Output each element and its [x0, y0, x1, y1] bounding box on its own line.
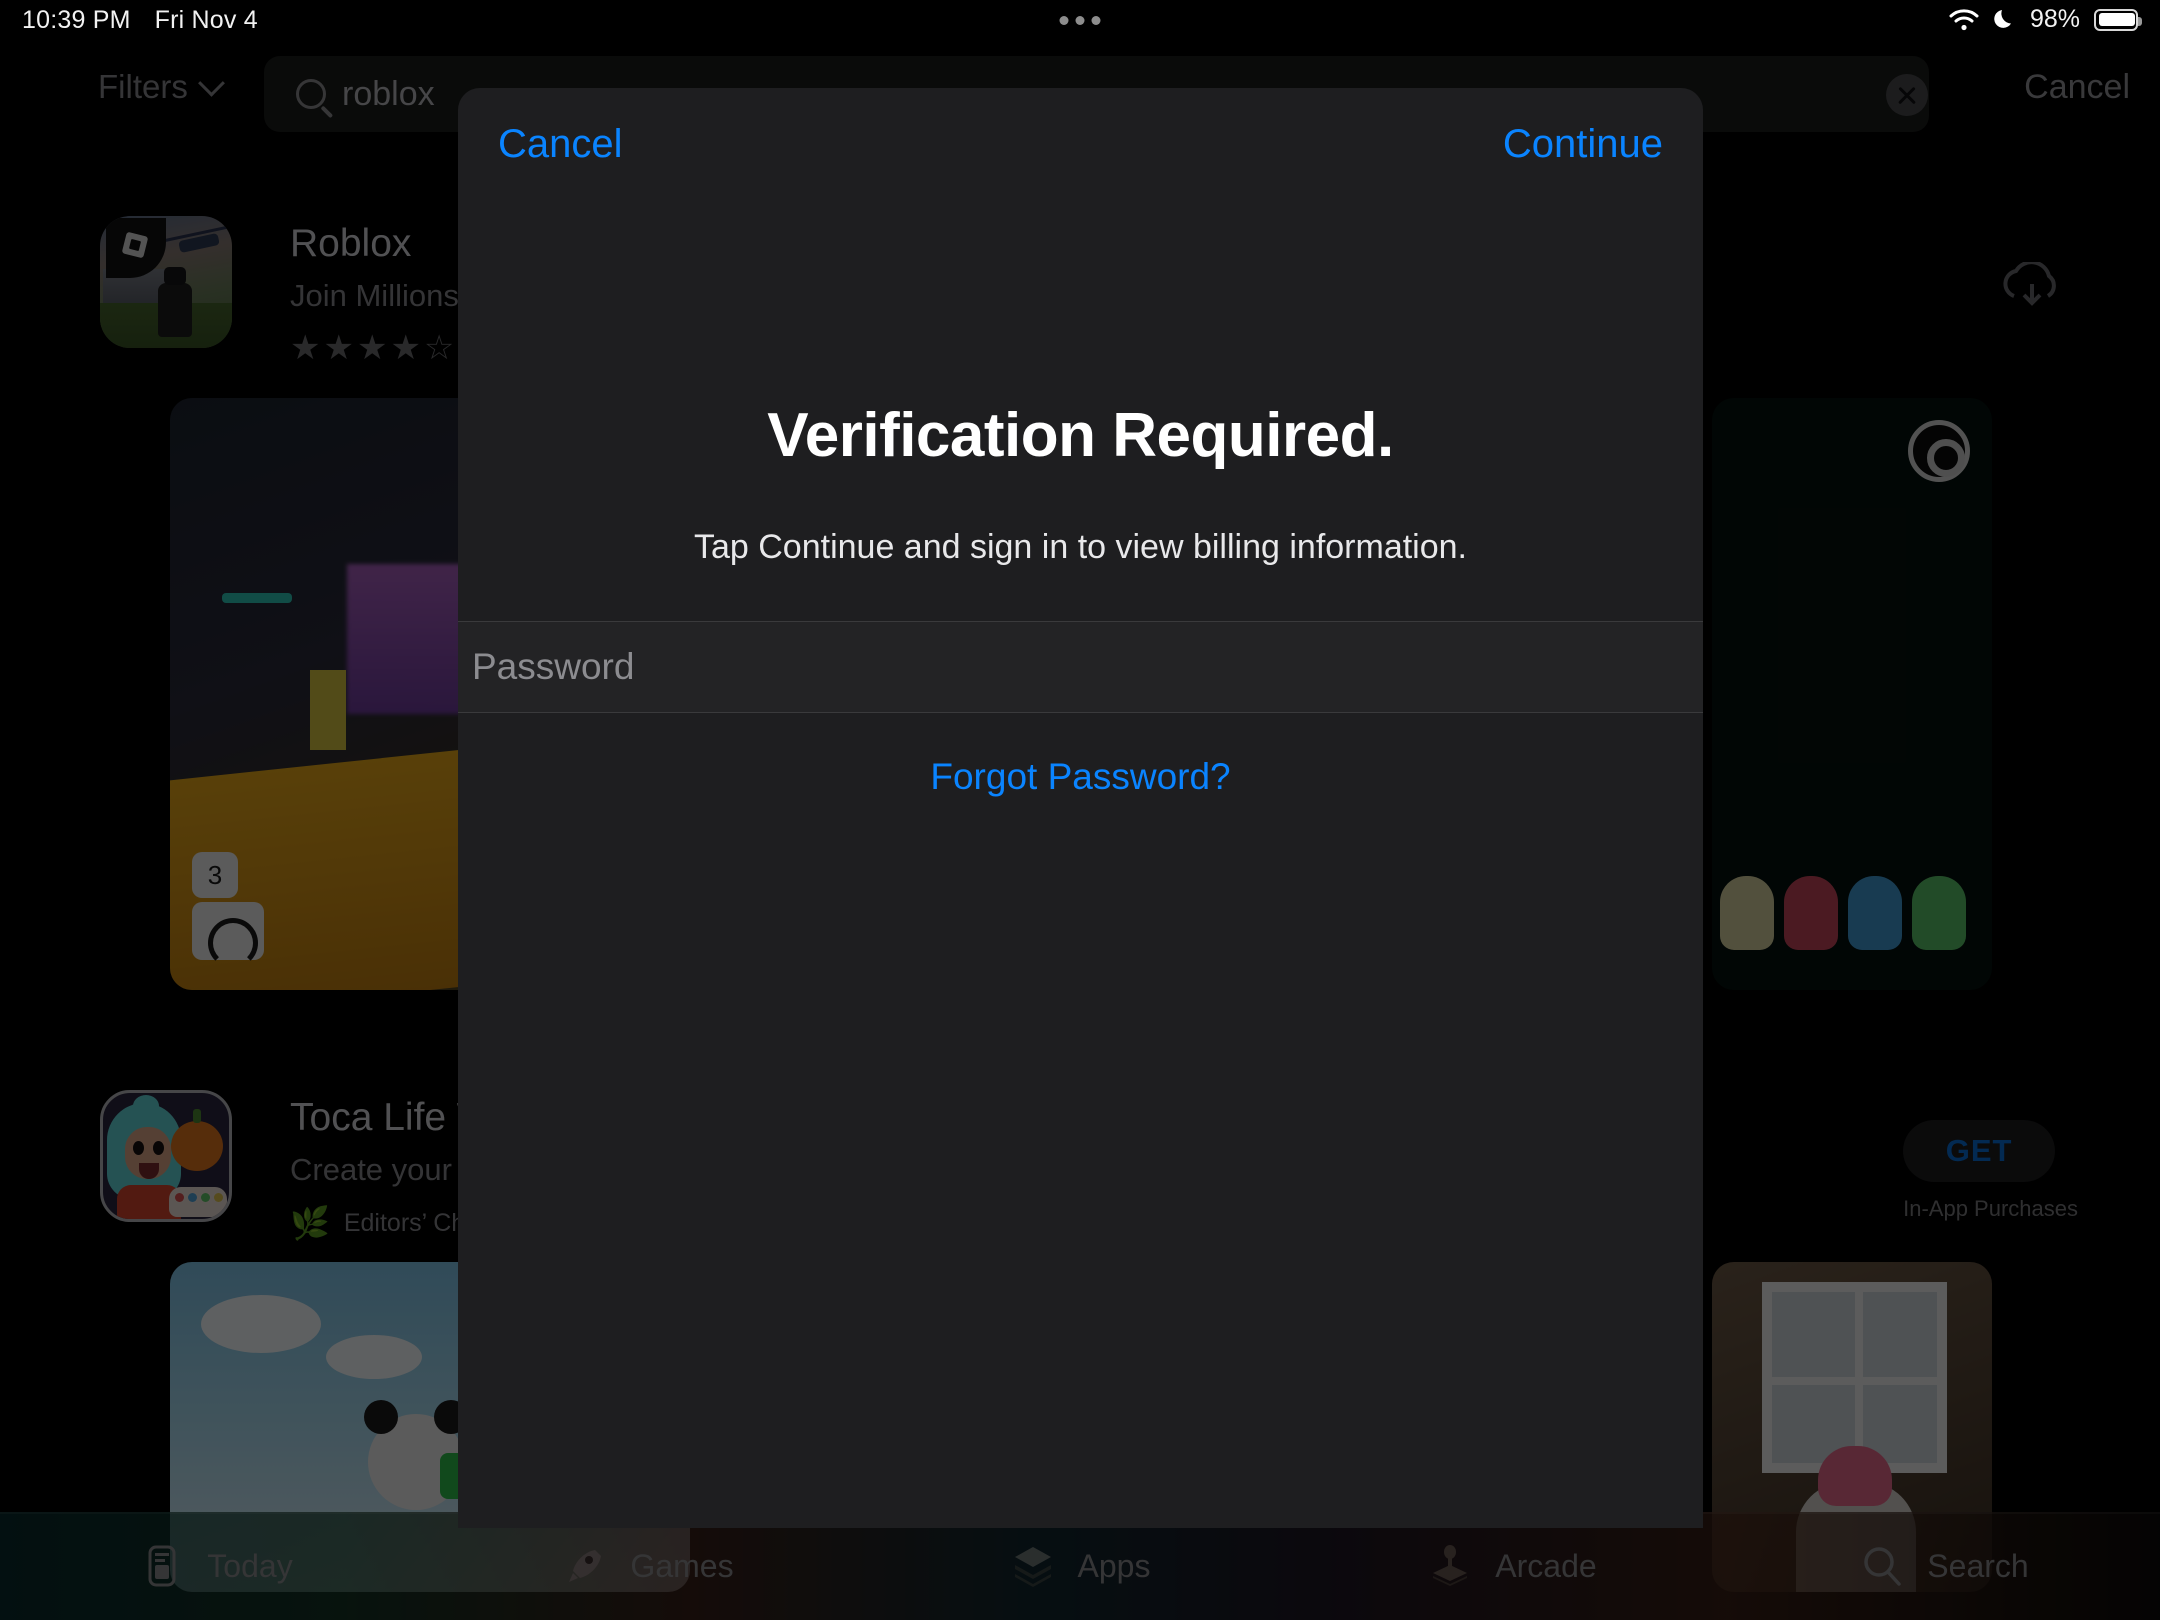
laurel-left-icon: 🌿 — [290, 1205, 330, 1241]
search-cancel-button[interactable]: Cancel — [2024, 68, 2130, 107]
modal-title: Verification Required. — [767, 401, 1394, 470]
clear-search-icon[interactable] — [1886, 74, 1928, 116]
app-icon — [100, 216, 232, 348]
ipad-app-store-screen: Filters roblox Cancel Roblox Join Millio… — [0, 0, 2160, 1620]
app-screenshot[interactable]: TE ιon9 us — [1712, 398, 1992, 990]
battery-icon — [2094, 8, 2142, 31]
password-field[interactable]: Password — [458, 621, 1703, 713]
battery-percent: 98% — [2029, 5, 2080, 33]
in-app-purchases-note: In-App Purchases — [1903, 1196, 2078, 1221]
settings-gear-icon — [1908, 420, 1970, 482]
tab-today[interactable]: Today — [0, 1543, 432, 1589]
filters-button[interactable]: Filters — [98, 68, 225, 106]
tab-games-label: Games — [630, 1547, 734, 1584]
get-button[interactable]: GET — [1903, 1120, 2056, 1182]
get-app-action: GET In-App Purchases — [1903, 1120, 2078, 1222]
modal-subtitle: Tap Continue and sign in to view billing… — [693, 528, 1467, 566]
stacked-layers-icon — [1010, 1543, 1056, 1589]
tab-today-label: Today — [207, 1547, 293, 1584]
verification-modal: Cancel Continue Verification Required. T… — [458, 88, 1703, 1528]
modal-continue-button[interactable]: Continue — [1503, 122, 1663, 167]
tab-arcade-label: Arcade — [1495, 1547, 1597, 1584]
rocket-icon — [562, 1543, 608, 1589]
joystick-icon — [1427, 1543, 1473, 1589]
controller-support-badge — [192, 902, 264, 968]
tab-apps[interactable]: Apps — [864, 1543, 1296, 1589]
tab-search[interactable]: Search — [1728, 1543, 2160, 1589]
today-document-icon — [139, 1543, 185, 1589]
filters-label: Filters — [98, 68, 188, 105]
stars-glyphs: ★★★★☆ — [290, 329, 458, 367]
status-date: Fri Nov 4 — [154, 6, 258, 34]
app-icon — [100, 1090, 232, 1222]
status-bar: 10:39 PM Fri Nov 4 98% — [0, 0, 2160, 48]
search-input-value: roblox — [342, 74, 435, 113]
cloud-download-icon[interactable] — [1996, 262, 2068, 312]
modal-toolbar: Cancel Continue — [458, 88, 1703, 200]
forgot-password-link[interactable]: Forgot Password? — [458, 756, 1703, 798]
tab-search-label: Search — [1927, 1547, 2029, 1584]
chevron-down-icon — [197, 69, 225, 97]
tab-arcade[interactable]: Arcade — [1296, 1543, 1728, 1589]
modal-cancel-button[interactable]: Cancel — [498, 122, 623, 167]
tab-games[interactable]: Games — [432, 1543, 864, 1589]
wifi-icon — [1949, 8, 1979, 31]
status-bar-right: 98% — [1949, 5, 2142, 34]
search-icon — [1859, 1543, 1905, 1589]
tab-apps-label: Apps — [1077, 1547, 1151, 1584]
search-icon — [296, 79, 326, 109]
status-bar-left: 10:39 PM Fri Nov 4 — [22, 6, 258, 35]
age-rating-badge: 3 — [192, 852, 238, 898]
multitask-handle[interactable] — [1059, 16, 1101, 25]
tab-bar: Today Games Apps Arcade Search — [0, 1512, 2160, 1620]
status-time: 10:39 PM — [22, 6, 131, 34]
do-not-disturb-moon-icon — [1993, 8, 2016, 31]
password-placeholder: Password — [472, 646, 635, 687]
